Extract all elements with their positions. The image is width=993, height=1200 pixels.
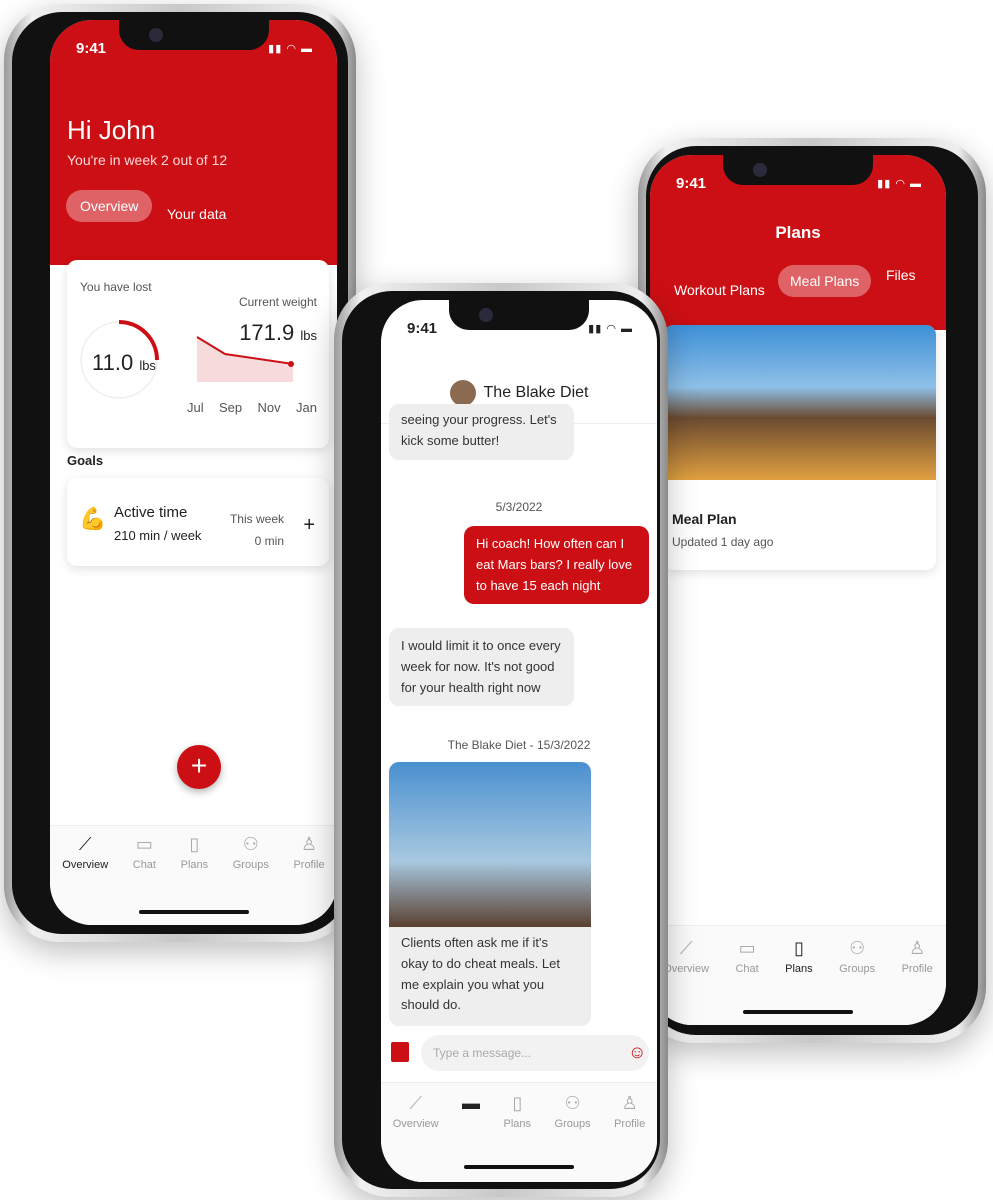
week-subtitle: You're in week 2 out of 12	[67, 152, 228, 168]
message-image	[389, 762, 591, 927]
tab-files[interactable]: Files	[886, 267, 916, 283]
message-coach-video[interactable]: Clients often ask me if it's okay to do …	[389, 762, 591, 1027]
message-me: Hi coach! How often can I eat Mars bars?…	[464, 526, 649, 605]
weight-trend-chart	[196, 336, 294, 382]
chart-line-icon: ⟋	[409, 1093, 422, 1113]
tab-meal-plans[interactable]: Meal Plans	[778, 265, 872, 297]
meal-plan-card[interactable]: Meal Plan Updated 1 day ago	[664, 325, 936, 570]
plus-icon: +	[190, 750, 208, 781]
image-attach-icon[interactable]	[391, 1042, 409, 1062]
status-time: 9:41	[407, 320, 438, 337]
users-icon: ⚇	[242, 834, 259, 854]
home-indicator	[464, 1165, 574, 1169]
message-coach: seeing your progress. Let's kick some bu…	[389, 404, 574, 460]
tab-overview[interactable]: Overview	[66, 190, 153, 222]
current-label: Current weight	[238, 295, 317, 309]
user-icon: ♙	[909, 938, 926, 958]
notch	[118, 20, 269, 50]
overview-screen: 9:41 ▮▮ ◠ ▬ Hi John You're in week 2 out…	[50, 20, 337, 925]
message-text: Clients often ask me if it's okay to do …	[401, 935, 560, 1013]
document-icon: ▯	[189, 834, 200, 854]
weight-card: You have lost 11.0 lbs Current weight 17…	[67, 260, 329, 448]
status-icons: ▮▮ ◠ ▬	[268, 43, 313, 55]
add-fab[interactable]: +	[177, 745, 221, 789]
status-icons: ▮▮ ◠ ▬	[877, 178, 922, 190]
lost-value: 11.0 lbs	[92, 350, 156, 375]
nav-profile[interactable]: ♙ Profile	[902, 938, 933, 1025]
goal-period: This week	[229, 512, 284, 526]
avatar	[449, 379, 476, 406]
goals-title: Goals	[67, 453, 104, 468]
status-time: 9:41	[76, 40, 107, 57]
nav-profile[interactable]: ♙ Profile	[293, 834, 324, 925]
chat-icon: ▬	[462, 1093, 481, 1113]
goal-target: 210 min / week	[114, 528, 202, 543]
chat-icon: ▭	[738, 938, 756, 958]
goal-progress: 0 min	[254, 534, 284, 548]
meal-plan-image	[664, 325, 936, 480]
date-separator: 5/3/2022	[495, 500, 543, 514]
chat-title: The Blake Diet	[483, 383, 589, 401]
chat-icon: ▭	[135, 834, 153, 854]
status-icons: ▮▮ ◠ ▬	[588, 323, 633, 335]
nav-profile[interactable]: ♙ Profile	[614, 1093, 645, 1182]
flexed-biceps-icon: 💪	[79, 506, 107, 531]
message-input[interactable]: Type a message...	[421, 1035, 649, 1071]
user-icon: ♙	[621, 1093, 638, 1113]
document-icon: ▯	[512, 1093, 523, 1113]
tab-your-data[interactable]: Your data	[167, 206, 226, 222]
nav-overview[interactable]: ⟋ Overview	[663, 938, 709, 1025]
lost-label: You have lost	[80, 280, 152, 294]
meal-plan-title: Meal Plan	[672, 511, 737, 527]
plans-screen: 9:41 ▮▮ ◠ ▬ Plans Workout Plans Meal Pla…	[650, 155, 946, 1025]
greeting: Hi John	[67, 115, 156, 145]
nav-overview[interactable]: ⟋ Overview	[62, 834, 108, 925]
chat-screen: 9:41 ▮▮ ◠ ▬ The Blake Diet seeing your p…	[381, 300, 657, 1182]
nav-overview[interactable]: ⟋ Overview	[393, 1093, 439, 1182]
document-icon: ▯	[793, 938, 804, 958]
notch	[449, 300, 589, 330]
goal-title: Active time	[114, 504, 188, 521]
status-time: 9:41	[676, 175, 707, 192]
emoji-icon[interactable]: ☺	[628, 1042, 646, 1063]
meal-plan-updated: Updated 1 day ago	[672, 535, 774, 549]
chart-line-icon: ⟋	[78, 834, 92, 854]
home-indicator	[743, 1010, 853, 1014]
page-title: Plans	[775, 223, 821, 242]
plus-icon[interactable]: +	[303, 514, 315, 537]
users-icon: ⚇	[564, 1093, 581, 1113]
home-indicator	[138, 910, 249, 914]
tab-workout-plans[interactable]: Workout Plans	[674, 282, 765, 298]
date-separator: The Blake Diet - 15/3/2022	[447, 738, 591, 752]
users-icon: ⚇	[849, 938, 866, 958]
chart-line-icon: ⟋	[679, 938, 693, 958]
message-coach: I would limit it to once every week for …	[389, 628, 574, 707]
month-axis: Jul Sep Nov Jan	[187, 400, 317, 415]
notch	[723, 155, 873, 185]
user-icon: ♙	[300, 834, 318, 854]
goal-card[interactable]: 💪 Active time 210 min / week This week 0…	[67, 478, 329, 566]
